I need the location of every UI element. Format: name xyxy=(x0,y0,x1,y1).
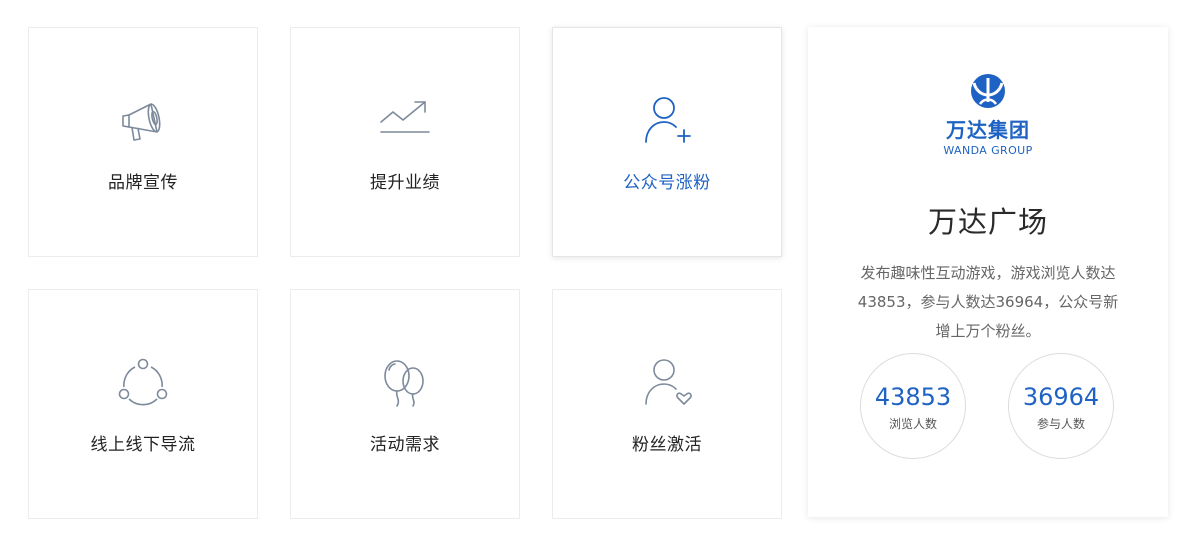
case-description: 发布趣味性互动游戏，游戏浏览人数达43853，参与人数达36964，公众号新增上… xyxy=(857,264,1119,340)
wanda-logo: 万达集团 WANDA GROUP xyxy=(808,72,1168,157)
case-study-panel: 万达集团 WANDA GROUP 万达广场 发布趣味性互动游戏，游戏浏览人数达4… xyxy=(808,27,1168,517)
balloons-icon xyxy=(375,354,435,414)
card-label: 活动需求 xyxy=(370,435,440,455)
megaphone-icon xyxy=(113,92,173,152)
wanda-emblem-icon xyxy=(971,74,1005,108)
card-event-needs[interactable]: 活动需求 xyxy=(290,289,520,519)
case-title: 万达广场 xyxy=(927,205,1048,239)
card-label: 线上线下导流 xyxy=(90,435,196,455)
logo-text-en: WANDA GROUP xyxy=(943,144,1033,157)
stat-value: 36964 xyxy=(1022,383,1100,411)
logo-text-cn: 万达集团 xyxy=(946,118,1030,142)
add-user-icon xyxy=(637,92,697,152)
card-label: 粉丝激活 xyxy=(632,435,702,455)
stat-value: 43853 xyxy=(874,383,952,411)
card-online-offline-traffic[interactable]: 线上线下导流 xyxy=(28,289,258,519)
share-nodes-icon xyxy=(113,354,173,414)
stat-participants: 36964 参与人数 xyxy=(1008,353,1114,459)
service-grid: 品牌宣传 提升业绩 公众号涨粉 线上线下导流 活动需求 粉丝激活 xyxy=(28,27,784,521)
trend-up-icon xyxy=(375,92,435,152)
user-heart-icon xyxy=(637,354,697,414)
card-gain-followers[interactable]: 公众号涨粉 xyxy=(552,27,782,257)
card-label: 公众号涨粉 xyxy=(623,173,711,193)
card-boost-performance[interactable]: 提升业绩 xyxy=(290,27,520,257)
card-label: 提升业绩 xyxy=(370,173,440,193)
card-label: 品牌宣传 xyxy=(108,173,178,193)
stat-label: 参与人数 xyxy=(1036,417,1085,431)
stat-label: 浏览人数 xyxy=(888,417,937,431)
card-brand-promotion[interactable]: 品牌宣传 xyxy=(28,27,258,257)
stat-views: 43853 浏览人数 xyxy=(860,353,966,459)
card-fan-activation[interactable]: 粉丝激活 xyxy=(552,289,782,519)
